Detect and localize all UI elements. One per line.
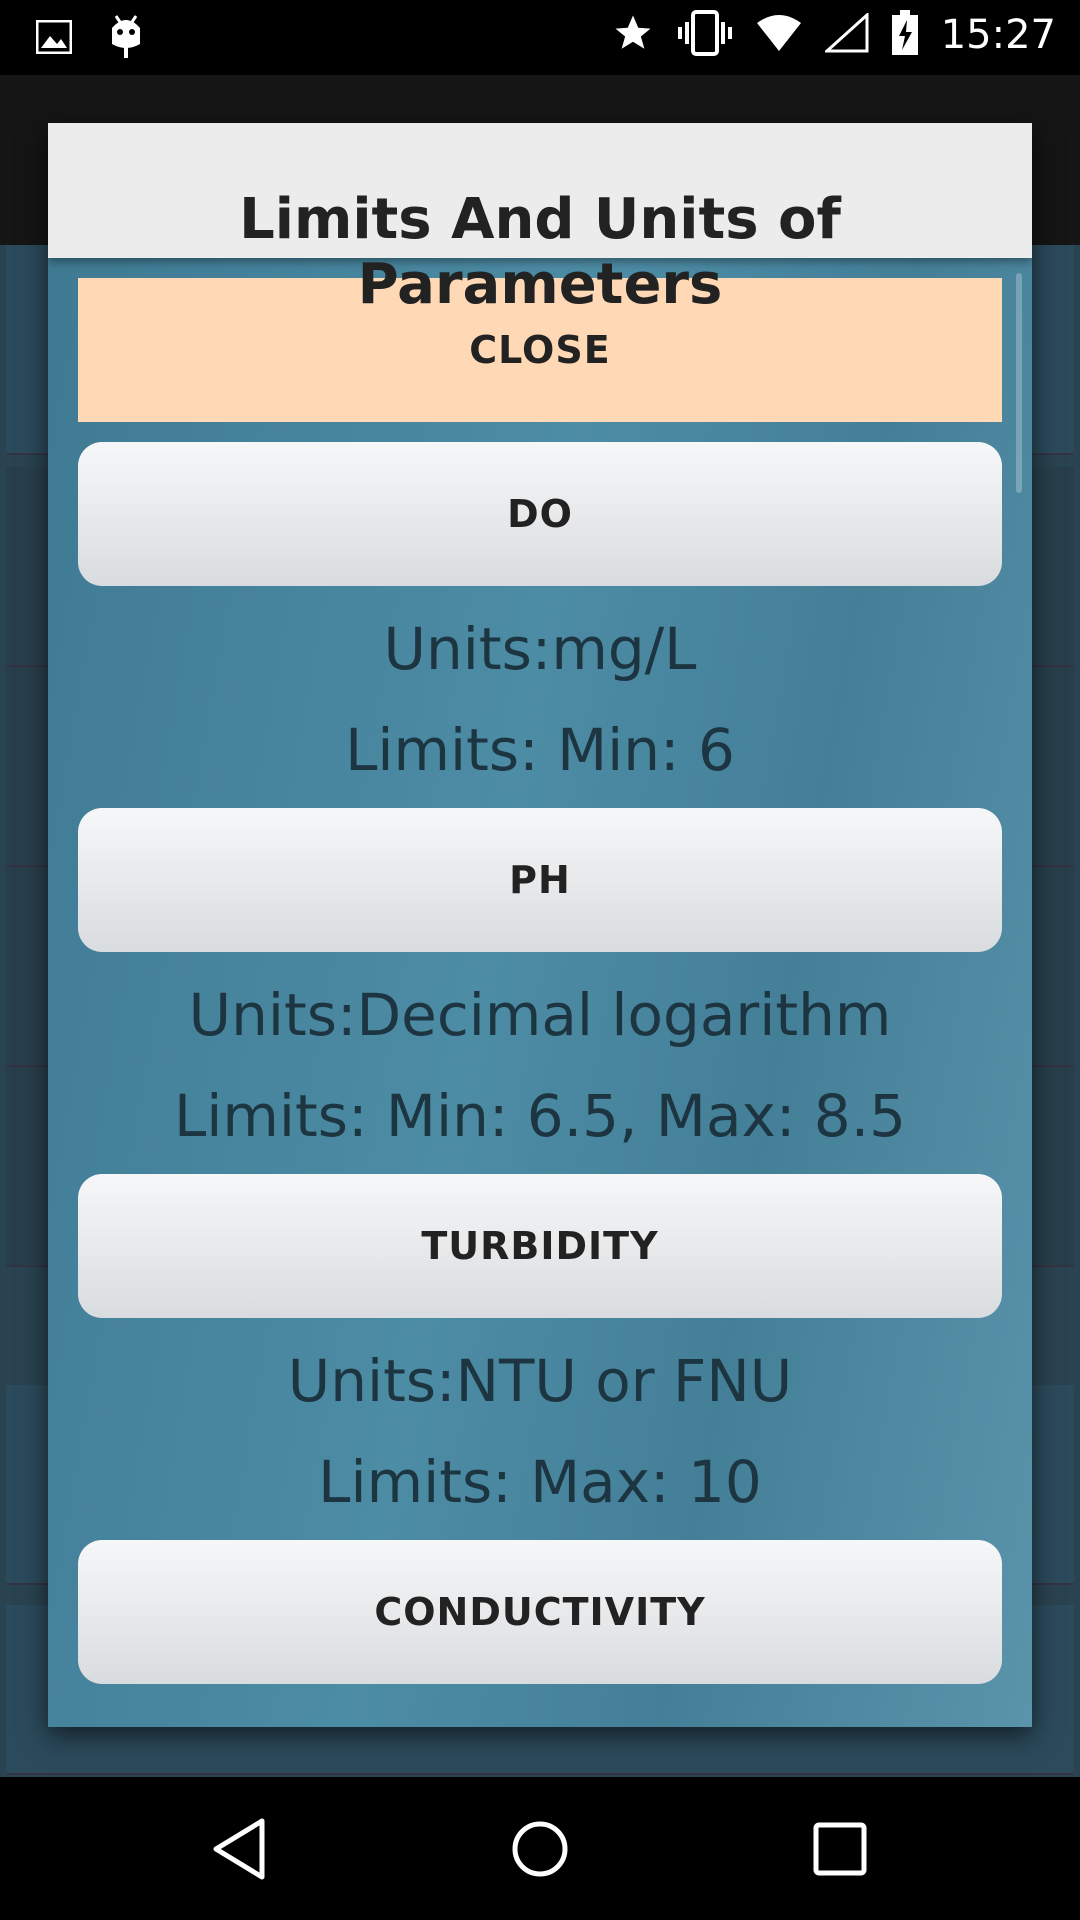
- home-icon: [512, 1821, 568, 1877]
- star-icon: [611, 12, 655, 58]
- image-icon: [35, 19, 73, 58]
- wifi-icon: [755, 13, 803, 57]
- turbidity-units: Units:NTU or FNU: [287, 1347, 793, 1415]
- home-button[interactable]: [495, 1807, 585, 1891]
- battery-charging-icon: [891, 10, 919, 60]
- status-bar: 15:27: [0, 0, 1080, 75]
- dialog-title: Limits And Units of Parameters: [239, 187, 841, 317]
- android-debug-icon: [108, 14, 144, 64]
- conductivity-button[interactable]: CONDUCTIVITY: [78, 1540, 1002, 1684]
- navigation-bar: [0, 1777, 1080, 1920]
- vibrate-icon: [677, 10, 733, 60]
- ph-button[interactable]: PH: [78, 808, 1002, 952]
- do-limits: Limits: Min: 6: [345, 716, 735, 784]
- recents-icon: [813, 1822, 867, 1876]
- back-button[interactable]: [195, 1807, 285, 1891]
- do-units: Units:mg/L: [383, 615, 697, 683]
- back-icon: [213, 1818, 265, 1880]
- dialog-header: Limits And Units of Parameters: [48, 123, 1032, 317]
- do-button[interactable]: DO: [78, 442, 1002, 586]
- ph-units: Units:Decimal logarithm: [188, 981, 892, 1049]
- scrollbar[interactable]: [1016, 273, 1022, 493]
- recents-button[interactable]: [795, 1807, 885, 1891]
- turbidity-limits: Limits: Max: 10: [318, 1448, 762, 1516]
- parameters-dialog: Limits And Units of Parameters CLOSE DO …: [48, 123, 1032, 1727]
- cell-signal-icon: [822, 11, 869, 57]
- ph-limits: Limits: Min: 6.5, Max: 8.5: [173, 1082, 907, 1150]
- turbidity-button[interactable]: TURBIDITY: [78, 1174, 1002, 1318]
- status-time: 15:27: [940, 12, 1056, 58]
